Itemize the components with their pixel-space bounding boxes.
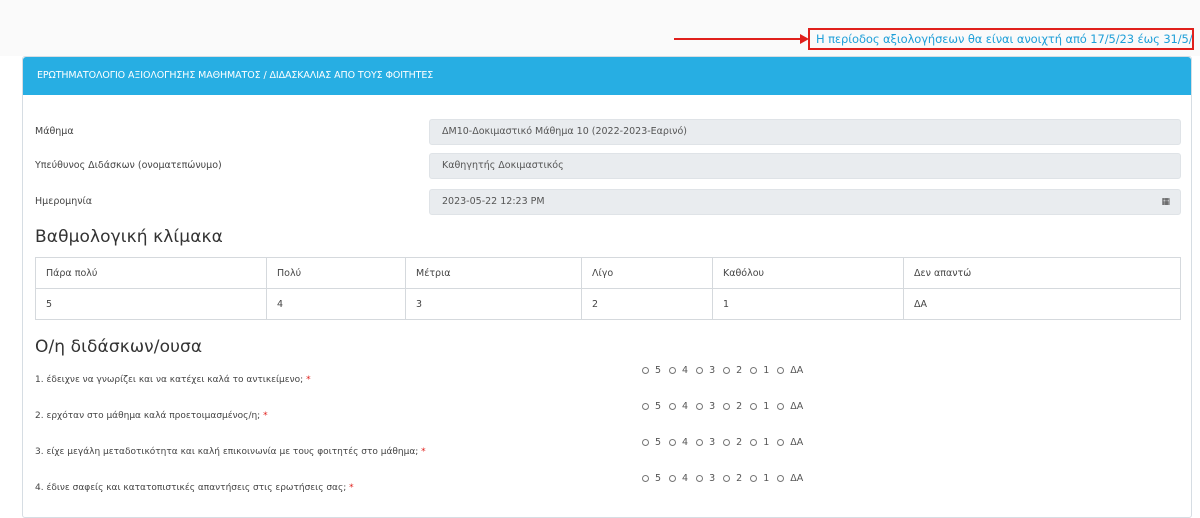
date-value: 2023-05-22 12:23 PM [442,196,545,207]
question-text: 2. ερχόταν στο μάθημα καλά προετοιμασμέν… [35,411,268,421]
field-date: Ημερομηνία 2023-05-22 12:23 PM ▦ [35,189,1181,215]
radio-option[interactable]: 3 [696,401,715,412]
radio-option[interactable]: 4 [669,401,688,412]
red-arrow-annotation [674,34,809,44]
radio-option[interactable]: 1 [750,401,769,412]
radio-option[interactable]: 1 [750,365,769,376]
radio-icon[interactable] [669,403,677,410]
radio-icon[interactable] [669,367,677,374]
table-cell: Μέτρια [405,257,582,289]
radio-option[interactable]: 5 [642,437,661,448]
field-label: Υπεύθυνος Διδάσκων (ονοματεπώνυμο) [35,160,222,171]
field-label: Μάθημα [35,126,74,137]
radio-icon[interactable] [723,403,731,410]
radio-option[interactable]: 4 [669,437,688,448]
radio-option[interactable]: 5 [642,401,661,412]
table-cell: Πάρα πολύ [35,257,267,289]
radio-icon[interactable] [723,367,731,374]
table-row: Πάρα πολύ Πολύ Μέτρια Λίγο Καθόλου Δεν α… [35,257,1181,289]
table-cell: 3 [405,288,582,320]
radio-icon[interactable] [669,439,677,446]
radio-option[interactable]: 3 [696,473,715,484]
evaluation-period-notice: Η περίοδος αξιολογήσεων θα είναι ανοιχτή… [808,28,1194,50]
question-row: 2. ερχόταν στο μάθημα καλά προετοιμασμέν… [35,401,1181,429]
radio-icon[interactable] [696,439,704,446]
radio-icon[interactable] [723,475,731,482]
radio-icon[interactable] [777,475,785,482]
radio-icon[interactable] [696,403,704,410]
scale-title: Βαθμολογική κλίμακα [35,227,223,247]
radio-option[interactable]: 2 [723,473,742,484]
table-cell: 2 [581,288,713,320]
table-cell: 5 [35,288,267,320]
question-row: 1. έδειχνε να γνωρίζει και να κατέχει κα… [35,365,1181,393]
course-field[interactable]: ΔΜ10-Δοκιμαστικό Μάθημα 10 (2022-2023-Εα… [429,119,1181,145]
question-row: 3. είχε μεγάλη μεταδοτικότητα και καλή ε… [35,437,1181,465]
field-course: Μάθημα ΔΜ10-Δοκιμαστικό Μάθημα 10 (2022-… [35,119,1181,145]
table-cell: ΔΑ [903,288,1181,320]
rating-options: 5 4 3 2 1 ΔΑ [642,365,811,376]
radio-icon[interactable] [696,367,704,374]
radio-option[interactable]: ΔΑ [777,473,803,484]
table-cell: 1 [712,288,904,320]
table-row: 5 4 3 2 1 ΔΑ [35,288,1181,320]
radio-option[interactable]: 2 [723,365,742,376]
radio-icon[interactable] [669,475,677,482]
radio-option[interactable]: 2 [723,401,742,412]
questionnaire-card: ΕΡΩΤΗΜΑΤΟΛΟΓΙΟ ΑΞΙΟΛΟΓΗΣΗΣ ΜΑΘΗΜΑΤΟΣ / Δ… [22,56,1192,518]
radio-option[interactable]: ΔΑ [777,437,803,448]
radio-icon[interactable] [750,439,758,446]
radio-option[interactable]: 1 [750,473,769,484]
table-cell: Πολύ [266,257,406,289]
scale-table: Πάρα πολύ Πολύ Μέτρια Λίγο Καθόλου Δεν α… [35,257,1181,320]
radio-option[interactable]: 4 [669,473,688,484]
radio-icon[interactable] [777,403,785,410]
radio-icon[interactable] [777,367,785,374]
table-cell: 4 [266,288,406,320]
radio-icon[interactable] [642,439,649,446]
rating-options: 5 4 3 2 1 ΔΑ [642,401,811,412]
radio-option[interactable]: 3 [696,365,715,376]
radio-icon[interactable] [642,403,649,410]
radio-icon[interactable] [642,475,649,482]
radio-option[interactable]: 2 [723,437,742,448]
radio-icon[interactable] [642,367,649,374]
radio-option[interactable]: 3 [696,437,715,448]
radio-icon[interactable] [750,475,758,482]
required-mark: * [349,483,354,493]
radio-option[interactable]: ΔΑ [777,401,803,412]
radio-icon[interactable] [750,403,758,410]
radio-option[interactable]: 5 [642,365,661,376]
radio-option[interactable]: 4 [669,365,688,376]
radio-icon[interactable] [777,439,785,446]
table-cell: Καθόλου [712,257,904,289]
field-instructor: Υπεύθυνος Διδάσκων (ονοματεπώνυμο) Καθηγ… [35,153,1181,179]
table-cell: Λίγο [581,257,713,289]
rating-options: 5 4 3 2 1 ΔΑ [642,473,811,484]
required-mark: * [421,447,426,457]
radio-icon[interactable] [723,439,731,446]
date-field[interactable]: 2023-05-22 12:23 PM ▦ [429,189,1181,215]
teacher-section-title: Ο/η διδάσκων/ουσα [35,337,203,357]
calendar-icon[interactable]: ▦ [1161,190,1170,214]
rating-options: 5 4 3 2 1 ΔΑ [642,437,811,448]
table-cell: Δεν απαντώ [903,257,1181,289]
question-text: 4. έδινε σαφείς και κατατοπιστικές απαντ… [35,483,354,493]
radio-icon[interactable] [696,475,704,482]
question-text: 3. είχε μεγάλη μεταδοτικότητα και καλή ε… [35,447,426,457]
field-label: Ημερομηνία [35,196,93,207]
question-text: 1. έδειχνε να γνωρίζει και να κατέχει κα… [35,375,311,385]
required-mark: * [263,411,268,421]
instructor-field[interactable]: Καθηγητής Δοκιμαστικός [429,153,1181,179]
radio-option[interactable]: 1 [750,437,769,448]
radio-icon[interactable] [750,367,758,374]
question-row: 4. έδινε σαφείς και κατατοπιστικές απαντ… [35,473,1181,501]
required-mark: * [306,375,311,385]
radio-option[interactable]: ΔΑ [777,365,803,376]
radio-option[interactable]: 5 [642,473,661,484]
card-header: ΕΡΩΤΗΜΑΤΟΛΟΓΙΟ ΑΞΙΟΛΟΓΗΣΗΣ ΜΑΘΗΜΑΤΟΣ / Δ… [23,57,1191,95]
